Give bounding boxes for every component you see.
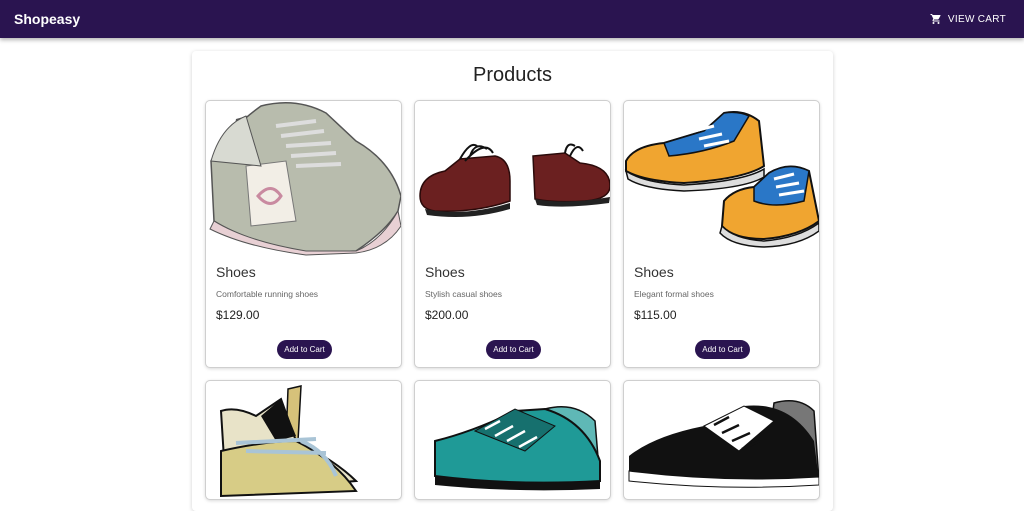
product-description: Comfortable running shoes bbox=[216, 289, 319, 299]
view-cart-button[interactable]: VIEW CART bbox=[930, 13, 1006, 25]
product-card: Shoes Comfortable running shoes $129.00 … bbox=[205, 100, 402, 368]
view-cart-label: VIEW CART bbox=[947, 13, 1006, 25]
top-app-bar: Shopeasy VIEW CART bbox=[0, 0, 1024, 38]
blue-orange-sneakers-image bbox=[624, 111, 819, 248]
product-card: Shoes Elegant formal shoes $115.00 Add t… bbox=[623, 100, 820, 368]
brown-casual-shoes-image bbox=[419, 143, 610, 217]
shopping-cart-icon bbox=[930, 14, 941, 24]
product-description: Stylish casual shoes bbox=[425, 289, 503, 299]
product-price: $200.00 bbox=[425, 308, 469, 322]
product-card bbox=[623, 380, 820, 500]
yellow-sneaker-image bbox=[219, 385, 359, 498]
gray-running-sneakers-image bbox=[209, 102, 401, 256]
product-card bbox=[414, 380, 611, 500]
product-card bbox=[205, 380, 402, 500]
black-white-sneakers-image bbox=[628, 400, 819, 488]
add-to-cart-button[interactable]: Add to Cart bbox=[277, 340, 332, 359]
product-name: Shoes bbox=[216, 264, 256, 280]
page-title: Products bbox=[473, 64, 552, 86]
products-panel: Products Shoes Comfortable running shoes… bbox=[192, 51, 833, 511]
teal-sneakers-image bbox=[434, 406, 601, 491]
product-price: $115.00 bbox=[634, 308, 677, 322]
product-description: Elegant formal shoes bbox=[634, 289, 714, 299]
brand-logo[interactable]: Shopeasy bbox=[14, 11, 80, 27]
add-to-cart-button[interactable]: Add to Cart bbox=[486, 340, 541, 359]
product-name: Shoes bbox=[634, 264, 674, 280]
product-card: Shoes Stylish casual shoes $200.00 Add t… bbox=[414, 100, 611, 368]
add-to-cart-button[interactable]: Add to Cart bbox=[695, 340, 750, 359]
product-price: $129.00 bbox=[216, 308, 260, 322]
product-name: Shoes bbox=[425, 264, 465, 280]
